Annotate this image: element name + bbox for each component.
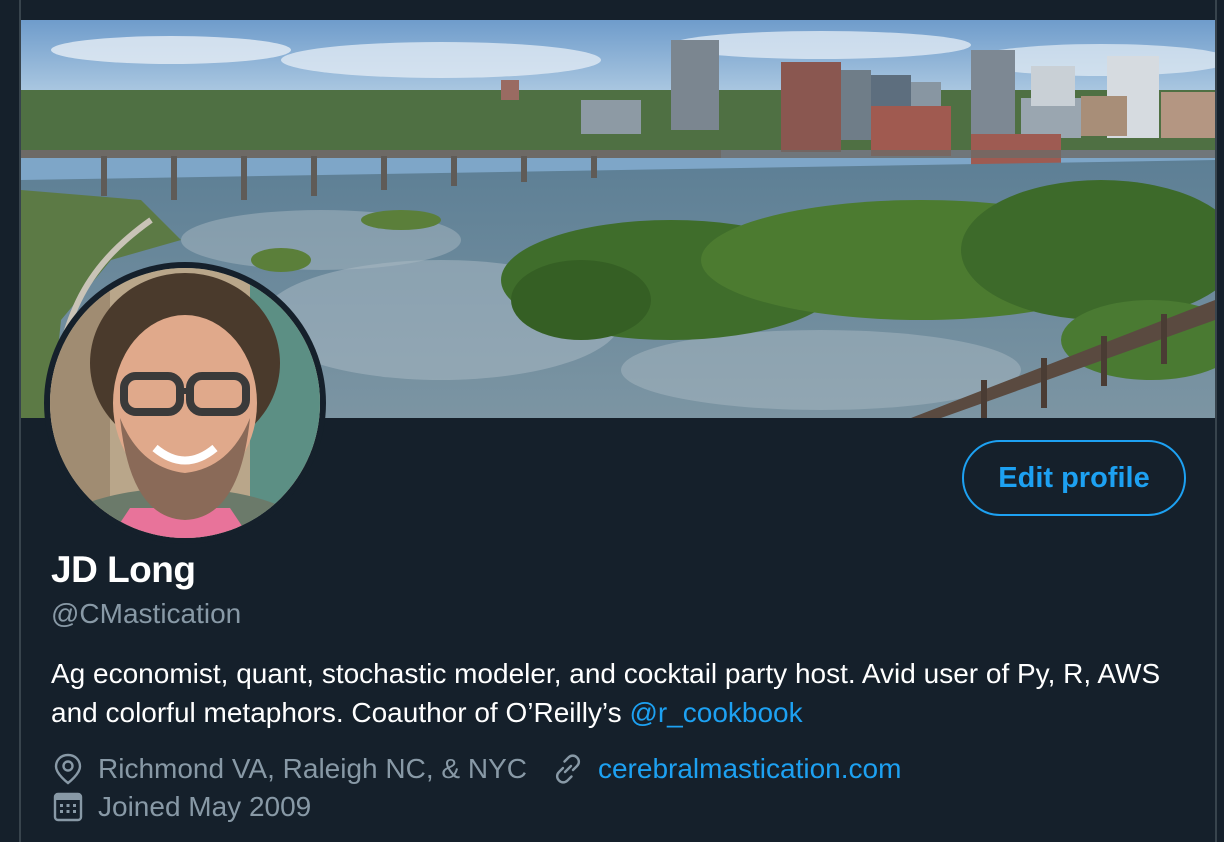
profile-display-name: JD Long	[51, 549, 196, 590]
profile-meta-row-2: Joined May 2009	[51, 789, 311, 825]
profile-joined-date: Joined May 2009	[98, 791, 312, 822]
profile-location: Richmond VA, Raleigh NC, & NYC	[98, 753, 527, 784]
avatar-photo	[50, 268, 320, 538]
profile-avatar[interactable]	[44, 262, 326, 544]
profile-meta-row-1: Richmond VA, Raleigh NC, & NYC cerebralm…	[51, 751, 901, 787]
bio-mention-link[interactable]: @r_cookbook	[629, 697, 802, 728]
profile-page: Edit profile JD Long @CMastication Ag ec…	[0, 0, 1224, 842]
column-border-right	[1215, 0, 1217, 842]
calendar-icon	[51, 790, 85, 824]
profile-bio: Ag economist, quant, stochastic modeler,…	[51, 654, 1191, 732]
profile-handle: @CMastication	[51, 598, 242, 629]
profile-website-link[interactable]: cerebralmastication.com	[598, 753, 901, 785]
edit-profile-button[interactable]: Edit profile	[962, 440, 1186, 516]
link-icon	[551, 752, 585, 786]
bio-text: Ag economist, quant, stochastic modeler,…	[51, 658, 1161, 728]
edit-profile-label: Edit profile	[998, 461, 1150, 494]
location-pin-icon	[51, 752, 85, 786]
